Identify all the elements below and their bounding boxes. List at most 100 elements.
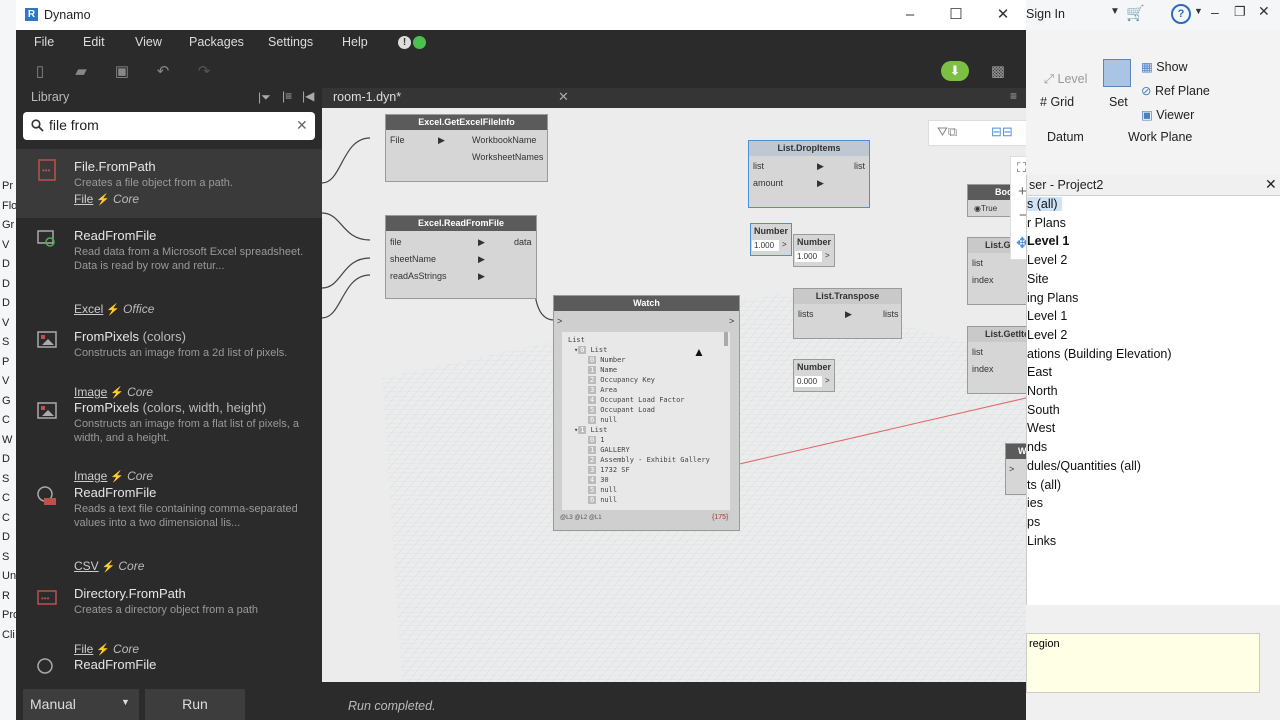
menu-edit[interactable]: Edit [83, 35, 105, 49]
ribbon-level-button[interactable]: ⤢ Level [1044, 72, 1087, 87]
project-browser-item[interactable]: ies [1027, 496, 1043, 510]
output-port-workbookname[interactable]: WorkbookName [472, 135, 536, 145]
node-excel-readfromfile[interactable]: Excel.ReadFromFile file ▶ sheetName ▶ re… [385, 215, 537, 299]
minimize-button[interactable]: – [899, 4, 921, 26]
project-browser-item[interactable]: Links [1027, 534, 1056, 548]
node-watch-2[interactable]: Watc > [1005, 443, 1026, 495]
boolean-true-radio[interactable]: ◉True [974, 204, 997, 213]
project-browser-item[interactable]: ing Plans [1027, 291, 1078, 305]
node-excel-getfileinfo[interactable]: Excel.GetExcelFileInfo File ▶ WorkbookNa… [385, 114, 548, 182]
properties-field[interactable]: region [1026, 633, 1260, 693]
project-browser-item[interactable]: South [1027, 403, 1060, 417]
menu-file[interactable]: File [34, 35, 54, 49]
sign-in-dropdown-icon[interactable]: ▼ [1110, 6, 1120, 17]
save-icon[interactable]: ▣ [114, 64, 130, 80]
graph-view-icon[interactable]: ⊟⊟ [991, 124, 1013, 140]
project-browser-item[interactable]: r Plans [1027, 216, 1066, 230]
notification-icon[interactable]: ! [398, 36, 411, 49]
input-port-amount[interactable]: amount [753, 178, 783, 188]
zoom-in-icon[interactable]: + [1018, 183, 1026, 200]
close-button[interactable]: ✕ [992, 4, 1014, 26]
ribbon-ref-plane-button[interactable]: ⊘ Ref Plane [1141, 83, 1210, 98]
library-result-item[interactable]: ReadFromFile Read data from a Microsoft E… [16, 218, 322, 319]
node-number-2[interactable]: Number 1.000 > [793, 234, 835, 267]
project-browser-close-icon[interactable]: ✕ [1265, 176, 1277, 193]
project-browser-item[interactable]: Level 2 [1027, 253, 1067, 267]
input-port-lists[interactable]: lists [798, 309, 814, 319]
search-input[interactable] [49, 117, 289, 133]
redo-icon[interactable]: ↷ [196, 64, 212, 80]
node-number-3[interactable]: Number 0.000 > [793, 359, 835, 392]
input-port-list[interactable]: list [972, 258, 983, 268]
number-input[interactable]: 1.000 [752, 240, 779, 251]
ribbon-set-button[interactable]: Set [1109, 95, 1128, 109]
project-browser-item[interactable]: Level 1 [1027, 309, 1067, 323]
library-result-item[interactable]: ••• File.FromPath Creates a file object fr… [16, 149, 322, 218]
library-result-item[interactable]: ReadFromFile [16, 647, 322, 682]
library-result-item[interactable]: ReadFromFile Reads a text file containing… [16, 475, 322, 576]
tab-room-1[interactable]: room-1.dyn* ✕ [322, 88, 578, 108]
project-browser-item[interactable]: ps [1027, 515, 1040, 529]
ribbon-viewer-button[interactable]: ▣ Viewer [1141, 107, 1194, 122]
menu-view[interactable]: View [135, 35, 162, 49]
new-file-icon[interactable]: ▯ [32, 64, 48, 80]
project-browser-item[interactable]: ations (Building Elevation) [1027, 347, 1172, 361]
input-port-readasstrings[interactable]: readAsStrings [390, 271, 447, 281]
graph-canvas[interactable]: Excel.GetExcelFileInfo File ▶ WorkbookNa… [322, 108, 1026, 682]
input-port-index[interactable]: index [972, 364, 994, 374]
run-mode-dropdown[interactable]: Manual ▼ [23, 689, 139, 720]
input-port-file[interactable]: File [390, 135, 405, 145]
3d-view-icon[interactable]: ⛛⧉ [937, 124, 957, 140]
library-list-icon[interactable]: |≡ [282, 89, 292, 103]
input-port-sheetname[interactable]: sheetName [390, 254, 436, 264]
ribbon-show-button[interactable]: ▦ Show [1141, 59, 1188, 74]
pan-icon[interactable]: ✥ [1016, 234, 1026, 252]
menu-settings[interactable]: Settings [268, 35, 313, 49]
menu-packages[interactable]: Packages [189, 35, 244, 49]
project-browser-item[interactable]: Level 1 [1027, 234, 1069, 248]
node-list-dropitems[interactable]: List.DropItems list ▶ amount ▶ list [748, 140, 870, 208]
watch-scrollbar[interactable] [724, 332, 728, 346]
maximize-button[interactable]: ☐ [945, 4, 967, 26]
watch-output-port[interactable]: > [729, 316, 734, 326]
output-port-lists[interactable]: lists [883, 309, 899, 319]
node-list-transpose[interactable]: List.Transpose lists ▶ lists [793, 288, 902, 339]
node-number-1[interactable]: Number 1.000 > [750, 223, 792, 256]
output-port[interactable]: > [825, 251, 830, 260]
ribbon-grid-button[interactable]: # Grid [1040, 95, 1074, 109]
minimize-icon[interactable]: – [1211, 4, 1219, 20]
project-browser-item[interactable]: East [1027, 365, 1052, 379]
output-port[interactable]: > [782, 240, 787, 249]
library-search-box[interactable]: ✕ [23, 112, 315, 140]
tab-menu-icon[interactable]: ≡ [1010, 89, 1017, 103]
output-port-data[interactable]: data [514, 237, 532, 247]
sign-in-link[interactable]: Sign In [1026, 7, 1065, 21]
fit-view-icon[interactable]: ⛶ [1017, 160, 1026, 176]
run-button[interactable]: Run [145, 689, 245, 720]
output-port[interactable]: > [825, 376, 830, 385]
library-collapse-icon[interactable]: |◀ [302, 89, 314, 103]
node-watch[interactable]: Watch > > List ▾ 0 List 0 Number 1 Name 2 Occupa… [553, 295, 740, 531]
zoom-out-icon[interactable]: − [1019, 207, 1026, 224]
camera-icon[interactable]: ▩ [988, 64, 1008, 80]
status-green-icon[interactable] [413, 36, 426, 49]
project-browser-item[interactable]: West [1027, 421, 1055, 435]
project-browser-item[interactable]: Level 2 [1027, 328, 1067, 342]
clear-search-icon[interactable]: ✕ [296, 117, 308, 134]
library-result-item[interactable]: FromPixels (colors, width, height) Constr… [16, 390, 322, 483]
input-port-list[interactable]: list [753, 161, 764, 171]
input-port-index[interactable]: index [972, 275, 994, 285]
menu-help[interactable]: Help [342, 35, 368, 49]
project-browser-item[interactable]: dules/Quantities (all) [1027, 459, 1141, 473]
help-dropdown-icon[interactable]: ▼ [1194, 6, 1203, 16]
undo-icon[interactable]: ↶ [155, 64, 171, 80]
number-input[interactable]: 0.000 [795, 376, 822, 387]
node-list-getitem-2[interactable]: List.GetItemA list ▶ index ▶ [967, 326, 1026, 394]
restore-icon[interactable]: ❐ [1234, 4, 1246, 20]
input-port-list[interactable]: list [972, 347, 983, 357]
library-filter-icon[interactable]: |⏷ [258, 90, 271, 105]
tab-close-icon[interactable]: ✕ [558, 89, 569, 105]
input-port-file[interactable]: file [390, 237, 402, 247]
number-input[interactable]: 1.000 [795, 251, 822, 262]
cart-icon[interactable]: 🛒 [1126, 4, 1145, 22]
